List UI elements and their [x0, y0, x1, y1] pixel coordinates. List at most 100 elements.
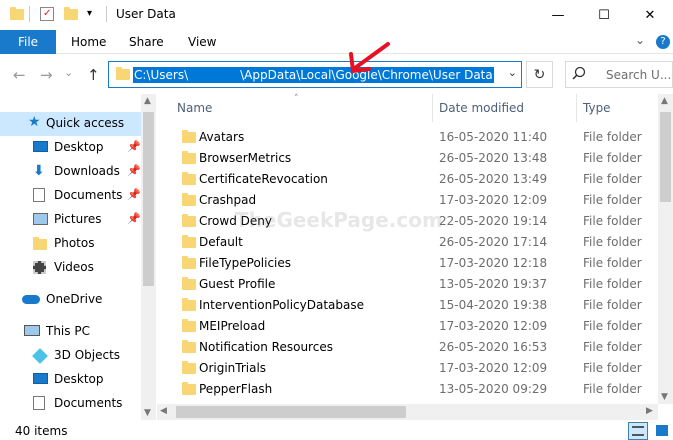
folder-icon — [182, 172, 196, 185]
file-row[interactable]: PepperFlash 13-05-2020 09:29 File folder — [170, 379, 660, 400]
file-type: File folder — [583, 151, 642, 165]
help-icon[interactable]: ? — [656, 35, 670, 49]
up-button[interactable]: ↑ — [87, 66, 100, 84]
large-icons-view-icon — [656, 425, 668, 436]
folder-icon — [182, 151, 196, 164]
column-type[interactable]: Type — [583, 101, 611, 115]
nav-3d-objects[interactable]: 3D Objects — [0, 344, 142, 368]
nav-pictures[interactable]: Pictures 📌 — [0, 208, 142, 232]
pin-icon[interactable]: 📌 — [127, 164, 141, 177]
scroll-up-icon[interactable]: ▲ — [144, 96, 151, 106]
file-type: File folder — [583, 319, 642, 333]
nav-label: Downloads — [54, 164, 120, 178]
file-row[interactable]: Notification Resources 26-05-2020 16:53 Fi… — [170, 337, 660, 358]
file-name: OriginTrials — [199, 361, 267, 375]
cube-icon — [32, 348, 48, 364]
scroll-left-icon[interactable]: ◀ — [160, 406, 167, 416]
file-row[interactable]: CertificateRevocation 26-05-2020 13:49 Fil… — [170, 169, 660, 190]
recent-locations-icon[interactable]: ⌄ — [64, 66, 73, 79]
address-bar[interactable]: C:\Users\ \AppData\Local\Google\Chrome\Us… — [108, 61, 522, 88]
content-scroll-thumb[interactable] — [660, 112, 671, 202]
nav-videos[interactable]: Videos — [0, 256, 142, 280]
tab-share[interactable]: Share — [129, 35, 164, 49]
file-type: File folder — [583, 361, 642, 375]
item-count: 40 items — [15, 424, 68, 438]
watermark: TheGeekPage.com — [235, 208, 443, 232]
large-icons-view-button[interactable] — [652, 422, 672, 440]
nav-label: Desktop — [54, 372, 104, 386]
scroll-right-icon[interactable]: ▶ — [646, 406, 653, 416]
file-row[interactable]: Guest Profile 13-05-2020 19:37 File folder — [170, 274, 660, 295]
window-title: User Data — [116, 7, 176, 21]
tab-home[interactable]: Home — [71, 35, 106, 49]
maximize-button[interactable]: ☐ — [581, 0, 627, 30]
scroll-down-icon[interactable]: ▼ — [661, 392, 668, 402]
file-row[interactable]: Default 26-05-2020 17:14 File folder — [170, 232, 660, 253]
nav-this-pc[interactable]: This PC — [0, 320, 142, 344]
search-box[interactable]: Search U... — [565, 61, 673, 88]
file-type: File folder — [583, 256, 642, 270]
nav-quick-access[interactable]: ★ Quick access — [0, 112, 142, 136]
details-view-icon — [632, 426, 644, 436]
file-type: File folder — [583, 340, 642, 354]
file-row[interactable]: MEIPreload 17-03-2020 12:09 File folder — [170, 316, 660, 337]
tab-view[interactable]: View — [188, 35, 216, 49]
horizontal-scroll-thumb[interactable] — [176, 406, 406, 418]
folder-icon — [33, 237, 47, 250]
close-button[interactable]: ✕ — [627, 0, 673, 30]
nav-desktop[interactable]: Desktop 📌 — [0, 136, 142, 160]
desktop-icon — [33, 373, 48, 384]
scroll-up-icon[interactable]: ▲ — [661, 96, 668, 106]
file-type: File folder — [583, 214, 642, 228]
new-folder-icon[interactable] — [64, 7, 78, 21]
file-row[interactable]: BrowserMetrics 26-05-2020 13:48 File folde… — [170, 148, 660, 169]
scroll-down-icon[interactable]: ▼ — [144, 408, 151, 418]
address-path-selected[interactable]: C:\Users\ \AppData\Local\Google\Chrome\Us… — [133, 67, 494, 83]
column-divider[interactable] — [576, 94, 577, 122]
properties-icon[interactable]: ✓ — [40, 7, 54, 21]
file-name: Guest Profile — [199, 277, 276, 291]
file-name: Avatars — [199, 130, 245, 144]
nav-desktop-pc[interactable]: Desktop — [0, 368, 142, 392]
folder-icon — [182, 256, 196, 269]
column-name[interactable]: Name — [177, 101, 212, 115]
file-row[interactable]: Avatars 16-05-2020 11:40 File folder — [170, 127, 660, 148]
file-date: 17-03-2020 12:09 — [439, 361, 548, 375]
column-date-modified[interactable]: Date modified — [439, 101, 524, 115]
file-row[interactable]: FileTypePolicies 17-03-2020 12:18 File fol… — [170, 253, 660, 274]
nav-onedrive[interactable]: OneDrive — [0, 288, 142, 312]
ribbon-expand-icon[interactable]: ⌄ — [635, 33, 645, 47]
column-divider[interactable] — [432, 94, 433, 122]
customize-qat-icon[interactable]: ▾ — [87, 8, 92, 19]
nav-label: Desktop — [54, 140, 104, 154]
nav-downloads[interactable]: ⬇ Downloads 📌 — [0, 160, 142, 184]
pin-icon[interactable]: 📌 — [127, 188, 141, 201]
pin-icon[interactable]: 📌 — [127, 212, 141, 225]
tab-file[interactable]: File — [0, 30, 56, 54]
forward-button[interactable]: → — [40, 66, 53, 84]
nav-documents-pc[interactable]: Documents — [0, 392, 142, 416]
folder-icon[interactable] — [10, 7, 24, 21]
nav-photos[interactable]: Photos — [0, 232, 142, 256]
back-button[interactable]: ← — [13, 66, 26, 84]
file-row[interactable]: InterventionPolicyDatabase 15-04-2020 19:… — [170, 295, 660, 316]
nav-documents[interactable]: Documents 📌 — [0, 184, 142, 208]
file-date: 13-05-2020 19:37 — [439, 277, 548, 291]
nav-label: This PC — [46, 324, 90, 338]
folder-icon — [182, 235, 196, 248]
navigation-pane: ★ Quick access Desktop 📌 ⬇ Downloads 📌 D… — [0, 94, 156, 420]
download-icon: ⬇ — [33, 163, 45, 179]
refresh-button[interactable]: ↻ — [526, 61, 553, 88]
file-row[interactable]: OriginTrials 17-03-2020 12:09 File folder — [170, 358, 660, 379]
minimize-button[interactable]: — — [535, 0, 581, 30]
details-view-button[interactable] — [628, 422, 648, 440]
pin-icon[interactable]: 📌 — [127, 140, 141, 153]
nav-label: Photos — [54, 236, 95, 250]
sort-up-icon: ˄ — [294, 94, 299, 104]
desktop-icon — [33, 141, 48, 152]
file-date: 26-05-2020 17:14 — [439, 235, 548, 249]
path-part: C:\Users\ — [134, 68, 189, 82]
nav-scroll-thumb[interactable] — [143, 112, 154, 286]
address-dropdown-icon[interactable]: ⌄ — [508, 66, 517, 79]
computer-icon — [24, 325, 40, 336]
